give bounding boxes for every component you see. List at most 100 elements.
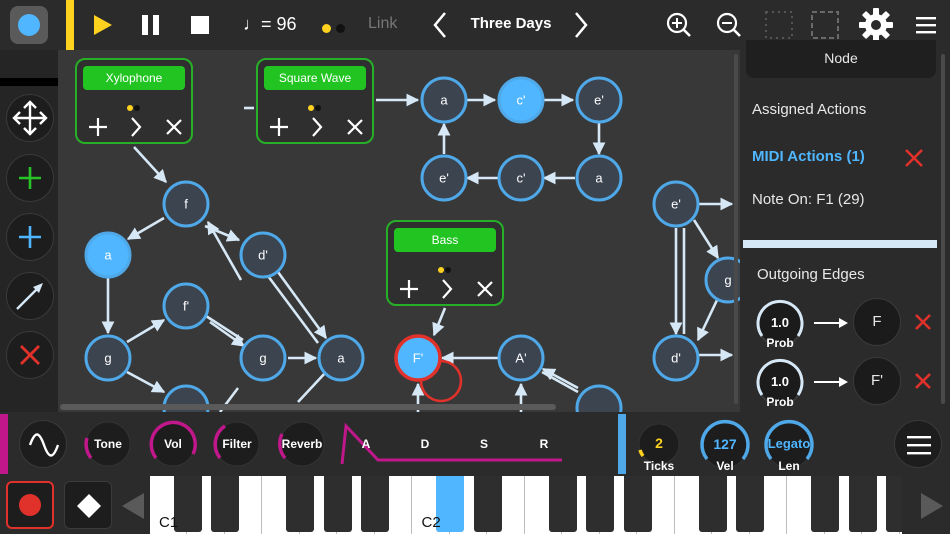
- graph-node[interactable]: g: [84, 334, 132, 382]
- piano-black-key[interactable]: [286, 476, 314, 532]
- voice-box-xylophone[interactable]: Xylophone: [75, 58, 193, 144]
- move-tool-button[interactable]: [6, 94, 54, 142]
- piano-black-key[interactable]: [848, 476, 877, 532]
- remove-edge-icon[interactable]: [914, 313, 932, 331]
- vertical-scrollbar[interactable]: [734, 54, 738, 404]
- graph-edge[interactable]: [209, 320, 246, 348]
- adsr-decay-label[interactable]: D: [415, 437, 435, 451]
- voice-title[interactable]: Xylophone: [83, 66, 185, 90]
- voice-title[interactable]: Bass: [394, 228, 496, 252]
- play-icon[interactable]: [90, 13, 114, 37]
- next-scene-icon[interactable]: [573, 11, 589, 39]
- tempo-readout[interactable]: ♩= 96: [243, 14, 297, 35]
- add-voice-button[interactable]: [6, 154, 54, 202]
- midi-actions-link[interactable]: MIDI Actions (1): [752, 148, 865, 165]
- add-icon[interactable]: [266, 114, 292, 140]
- octave-down-icon[interactable]: [120, 491, 146, 521]
- piano-black-key[interactable]: [586, 476, 614, 532]
- graph-edge[interactable]: [692, 219, 720, 260]
- graph-node[interactable]: a: [575, 154, 623, 202]
- adsr-sustain-label[interactable]: S: [474, 437, 494, 451]
- adsr-release-label[interactable]: R: [534, 437, 554, 451]
- graph-edge[interactable]: [266, 275, 320, 344]
- piano-black-key[interactable]: [211, 476, 239, 532]
- graph-edge[interactable]: [133, 146, 167, 183]
- piano-black-key[interactable]: [623, 476, 652, 532]
- adsr-attack-label[interactable]: A: [356, 437, 376, 451]
- graph-edge[interactable]: [206, 220, 243, 281]
- graph-edge[interactable]: [541, 370, 579, 394]
- controls-menu-button[interactable]: [894, 420, 942, 468]
- graph-node-partial[interactable]: [575, 384, 623, 412]
- graph-node[interactable]: f': [162, 282, 210, 330]
- graph-edge[interactable]: [541, 367, 579, 390]
- add-icon[interactable]: [396, 276, 422, 302]
- piano-black-key[interactable]: [323, 476, 352, 532]
- add-edge-button[interactable]: [6, 272, 54, 320]
- graph-node[interactable]: e': [652, 180, 700, 228]
- graph-node[interactable]: a: [317, 334, 365, 382]
- zoom-in-icon[interactable]: [666, 12, 692, 38]
- horizontal-scrollbar[interactable]: [60, 404, 556, 410]
- graph-edge[interactable]: [126, 370, 166, 394]
- close-icon[interactable]: [472, 276, 498, 302]
- panel-scrollbar[interactable]: [941, 54, 945, 404]
- voice-box-square-wave[interactable]: Square Wave: [256, 58, 374, 144]
- piano-black-key[interactable]: [886, 476, 902, 532]
- piano-black-key[interactable]: [548, 476, 577, 532]
- hamburger-menu-icon[interactable]: [916, 15, 936, 35]
- graph-node[interactable]: d': [652, 334, 700, 382]
- remove-edge-icon[interactable]: [914, 372, 932, 390]
- record-button[interactable]: [6, 481, 54, 529]
- close-icon[interactable]: [161, 114, 187, 140]
- piano-black-key[interactable]: [473, 476, 502, 532]
- waveform-button[interactable]: [19, 420, 67, 468]
- graph-node-selected[interactable]: F': [394, 334, 442, 382]
- octave-up-icon[interactable]: [919, 491, 945, 521]
- status-button[interactable]: [10, 6, 48, 44]
- add-node-button[interactable]: [6, 213, 54, 261]
- delete-button[interactable]: [6, 331, 54, 379]
- piano-keyboard[interactable]: C1 C2: [150, 476, 902, 534]
- graph-edge[interactable]: [126, 318, 166, 344]
- graph-node[interactable]: A': [497, 334, 545, 382]
- graph-edge[interactable]: [432, 307, 447, 337]
- graph-edge[interactable]: [297, 371, 327, 403]
- graph-edge[interactable]: [205, 314, 244, 342]
- remove-action-icon[interactable]: [904, 148, 924, 168]
- zoom-out-icon[interactable]: [716, 12, 742, 38]
- piano-black-key[interactable]: [811, 476, 839, 532]
- select-dotted-icon[interactable]: [764, 10, 794, 40]
- voice-box-bass[interactable]: Bass: [386, 220, 504, 306]
- chevron-right-icon[interactable]: [304, 114, 330, 140]
- graph-node[interactable]: g: [239, 334, 287, 382]
- voice-title[interactable]: Square Wave: [264, 66, 366, 90]
- previous-scene-icon[interactable]: [432, 11, 448, 39]
- graph-node[interactable]: c': [497, 76, 545, 124]
- graph-edge[interactable]: [126, 216, 165, 241]
- stop-icon[interactable]: [190, 15, 210, 35]
- keyframe-button[interactable]: [64, 481, 112, 529]
- graph-node[interactable]: e': [575, 76, 623, 124]
- piano-black-key[interactable]: [736, 476, 764, 532]
- select-area-icon[interactable]: [810, 10, 840, 40]
- graph-edge[interactable]: [276, 271, 328, 340]
- graph-canvas[interactable]: f a d' f' g g a a c' e' e' c' a F' A' e'…: [58, 50, 740, 412]
- graph-node[interactable]: c': [497, 154, 545, 202]
- note-on-action[interactable]: Note On: F1 (29): [752, 191, 865, 208]
- graph-node[interactable]: d': [239, 231, 287, 279]
- chevron-right-icon[interactable]: [434, 276, 460, 302]
- piano-black-key[interactable]: [698, 476, 727, 532]
- graph-edge[interactable]: [696, 297, 720, 342]
- link-button[interactable]: Link: [368, 15, 397, 33]
- piano-black-key[interactable]: [361, 476, 389, 532]
- close-icon[interactable]: [342, 114, 368, 140]
- gear-icon[interactable]: [858, 7, 894, 43]
- chevron-right-icon[interactable]: [123, 114, 149, 140]
- add-icon[interactable]: [85, 114, 111, 140]
- graph-node[interactable]: a: [84, 231, 132, 279]
- graph-node[interactable]: a: [420, 76, 468, 124]
- graph-node[interactable]: f: [162, 180, 210, 228]
- pause-icon[interactable]: [140, 14, 162, 36]
- graph-node[interactable]: e': [420, 154, 468, 202]
